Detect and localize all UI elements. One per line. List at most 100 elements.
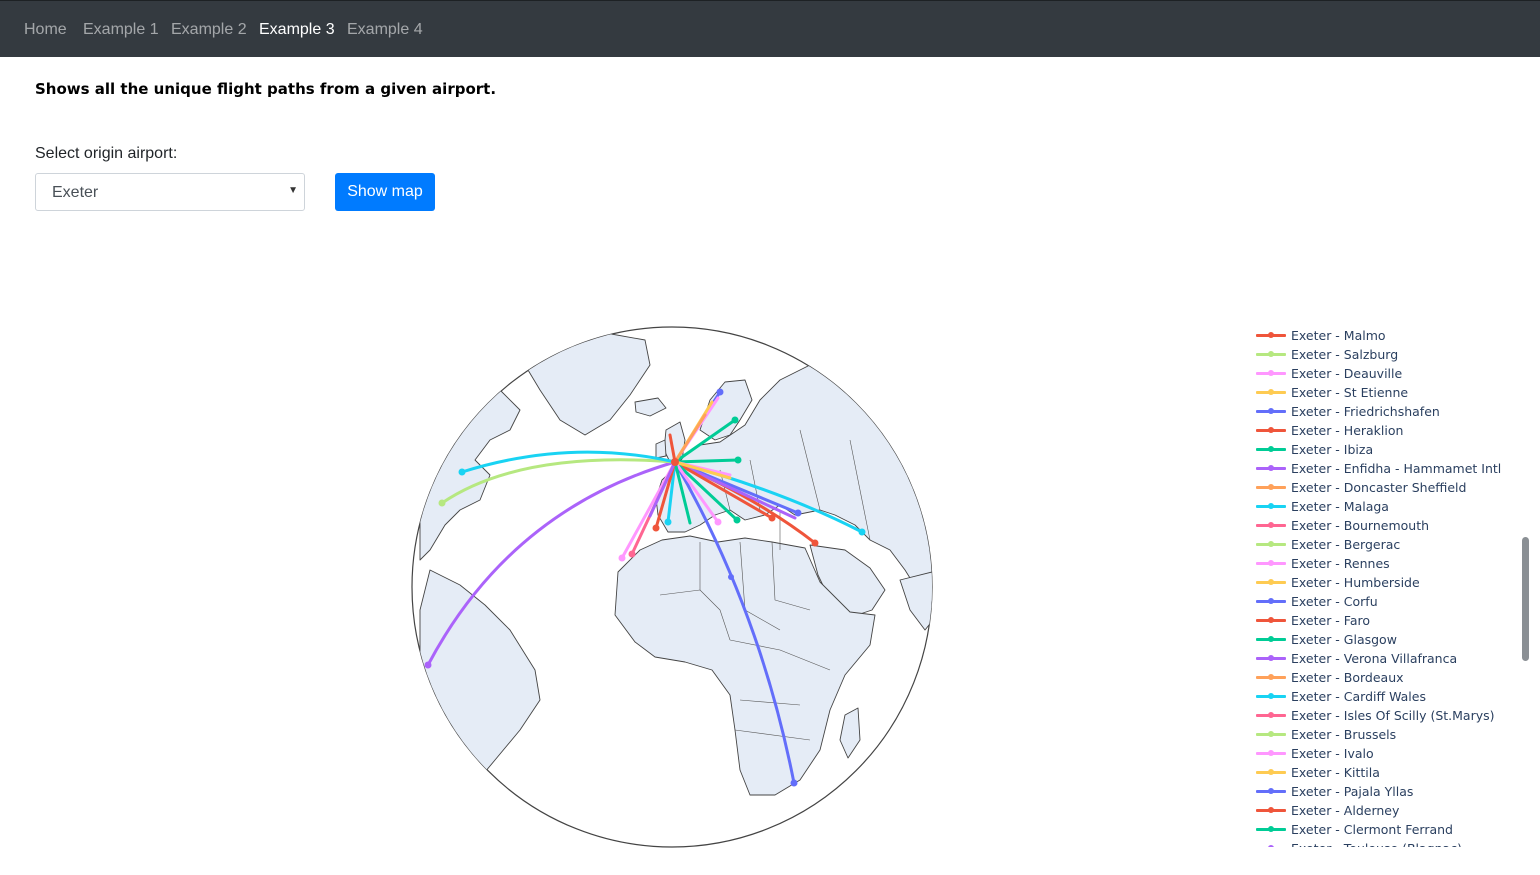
legend-marker-dot xyxy=(1268,522,1274,528)
legend-label: Exeter - Kittila xyxy=(1291,765,1380,780)
legend-label: Exeter - Pajala Yllas xyxy=(1291,784,1414,799)
legend-label: Exeter - Bordeaux xyxy=(1291,670,1404,685)
legend-marker-dot xyxy=(1268,750,1274,756)
legend-label: Exeter - Humberside xyxy=(1291,575,1420,590)
legend-marker-dot xyxy=(1268,731,1274,737)
page-description: Shows all the unique flight paths from a… xyxy=(35,80,497,98)
legend-label: Exeter - Heraklion xyxy=(1291,423,1404,438)
legend-item[interactable]: Exeter - Isles Of Scilly (St.Marys) xyxy=(1250,706,1520,725)
legend-item[interactable]: Exeter - Faro xyxy=(1250,611,1520,630)
legend-item[interactable]: Exeter - Cardiff Wales xyxy=(1250,687,1520,706)
legend-label: Exeter - Glasgow xyxy=(1291,632,1397,647)
legend-item[interactable]: Exeter - Ibiza xyxy=(1250,440,1520,459)
legend-label: Exeter - Bournemouth xyxy=(1291,518,1430,533)
legend-marker-dot xyxy=(1268,408,1274,414)
legend-marker-dot xyxy=(1268,845,1274,847)
legend-marker-dot xyxy=(1268,636,1274,642)
legend-marker-dot xyxy=(1268,465,1274,471)
legend-marker-dot xyxy=(1268,427,1274,433)
nav-example-3[interactable]: Example 3 xyxy=(259,20,335,40)
legend-marker-dot xyxy=(1268,579,1274,585)
show-map-button[interactable]: Show map xyxy=(335,173,435,211)
legend-label: Exeter - Faro xyxy=(1291,613,1371,628)
nav-example-2[interactable]: Example 2 xyxy=(171,20,247,40)
legend-item[interactable]: Exeter - St Etienne xyxy=(1250,383,1520,402)
navbar: Home Example 1 Example 2 Example 3 Examp… xyxy=(0,0,1540,57)
legend-label: Exeter - Verona Villafranca xyxy=(1291,651,1458,666)
legend-marker-dot xyxy=(1268,351,1274,357)
legend-item[interactable]: Exeter - Rennes xyxy=(1250,554,1520,573)
legend-item[interactable]: Exeter - Salzburg xyxy=(1250,345,1520,364)
legend-scrollbar[interactable] xyxy=(1522,537,1529,661)
legend-label: Exeter - Malaga xyxy=(1291,499,1389,514)
legend-marker-dot xyxy=(1268,693,1274,699)
legend-item[interactable]: Exeter - Enfidha - Hammamet Intl xyxy=(1250,459,1520,478)
legend-label: Exeter - Corfu xyxy=(1291,594,1378,609)
legend-label: Exeter - Brussels xyxy=(1291,727,1397,742)
legend-item[interactable]: Exeter - Bordeaux xyxy=(1250,668,1520,687)
legend-item[interactable]: Exeter - Toulouse (Blagnac) xyxy=(1250,839,1520,847)
legend-label: Exeter - Salzburg xyxy=(1291,347,1399,362)
globe-svg[interactable] xyxy=(400,310,960,870)
legend-item[interactable]: Exeter - Malmo xyxy=(1250,326,1520,345)
legend-item[interactable]: Exeter - Deauville xyxy=(1250,364,1520,383)
legend-label: Exeter - Bergerac xyxy=(1291,537,1401,552)
legend-item[interactable]: Exeter - Kittila xyxy=(1250,763,1520,782)
legend-label: Exeter - St Etienne xyxy=(1291,385,1409,400)
legend-label: Exeter - Ivalo xyxy=(1291,746,1374,761)
legend-marker-dot xyxy=(1268,674,1274,680)
legend-marker-dot xyxy=(1268,370,1274,376)
origin-select-label: Select origin airport: xyxy=(35,145,178,162)
legend-marker-dot xyxy=(1268,712,1274,718)
legend-marker-dot xyxy=(1268,332,1274,338)
origin-marker xyxy=(671,458,679,466)
legend-label: Exeter - Rennes xyxy=(1291,556,1390,571)
legend-label: Exeter - Friedrichshafen xyxy=(1291,404,1440,419)
legend-label: Exeter - Alderney xyxy=(1291,803,1400,818)
chevron-down-icon: ▼ xyxy=(288,185,298,196)
legend-marker-dot xyxy=(1268,484,1274,490)
legend-marker-dot xyxy=(1268,788,1274,794)
legend-marker-dot xyxy=(1268,826,1274,832)
legend-label: Exeter - Toulouse (Blagnac) xyxy=(1291,839,1462,847)
legend-marker-dot xyxy=(1268,769,1274,775)
legend-label: Exeter - Enfidha - Hammamet Intl xyxy=(1291,461,1502,476)
legend-item[interactable]: Exeter - Bournemouth xyxy=(1250,516,1520,535)
legend-item[interactable]: Exeter - Clermont Ferrand xyxy=(1250,820,1520,839)
legend-item[interactable]: Exeter - Verona Villafranca xyxy=(1250,649,1520,668)
legend-item[interactable]: Exeter - Alderney xyxy=(1250,801,1520,820)
legend-marker-dot xyxy=(1268,655,1274,661)
map-legend: Exeter - Malmo Exeter - Salzburg Exeter - … xyxy=(1250,326,1520,847)
legend-item[interactable]: Exeter - Pajala Yllas xyxy=(1250,782,1520,801)
legend-marker-dot xyxy=(1268,598,1274,604)
legend-item[interactable]: Exeter - Heraklion xyxy=(1250,421,1520,440)
legend-label: Exeter - Cardiff Wales xyxy=(1291,689,1426,704)
origin-select-value: Exeter xyxy=(52,184,99,201)
legend-item[interactable]: Exeter - Doncaster Sheffield xyxy=(1250,478,1520,497)
legend-marker-dot xyxy=(1268,541,1274,547)
legend-marker-dot xyxy=(1268,617,1274,623)
legend-marker-dot xyxy=(1268,446,1274,452)
legend-item[interactable]: Exeter - Glasgow xyxy=(1250,630,1520,649)
legend-label: Exeter - Ibiza xyxy=(1291,442,1374,457)
origin-airport-select[interactable]: Exeter ▼ xyxy=(35,173,305,211)
legend-item[interactable]: Exeter - Friedrichshafen xyxy=(1250,402,1520,421)
flight-path-east-1 xyxy=(673,458,740,464)
legend-label: Exeter - Deauville xyxy=(1291,366,1403,381)
legend-marker-dot xyxy=(1268,807,1274,813)
legend-item[interactable]: Exeter - Ivalo xyxy=(1250,744,1520,763)
legend-item[interactable]: Exeter - Malaga xyxy=(1250,497,1520,516)
legend-label: Exeter - Isles Of Scilly (St.Marys) xyxy=(1291,708,1495,723)
legend-item[interactable]: Exeter - Humberside xyxy=(1250,573,1520,592)
legend-item[interactable]: Exeter - Bergerac xyxy=(1250,535,1520,554)
flight-map[interactable] xyxy=(400,310,960,870)
legend-item[interactable]: Exeter - Corfu xyxy=(1250,592,1520,611)
nav-example-4[interactable]: Example 4 xyxy=(347,20,423,40)
legend-label: Exeter - Clermont Ferrand xyxy=(1291,822,1453,837)
nav-home[interactable]: Home xyxy=(24,20,67,40)
legend-marker-dot xyxy=(1268,389,1274,395)
legend-marker-dot xyxy=(1268,560,1274,566)
nav-example-1[interactable]: Example 1 xyxy=(83,20,159,40)
legend-label: Exeter - Doncaster Sheffield xyxy=(1291,480,1467,495)
legend-item[interactable]: Exeter - Brussels xyxy=(1250,725,1520,744)
